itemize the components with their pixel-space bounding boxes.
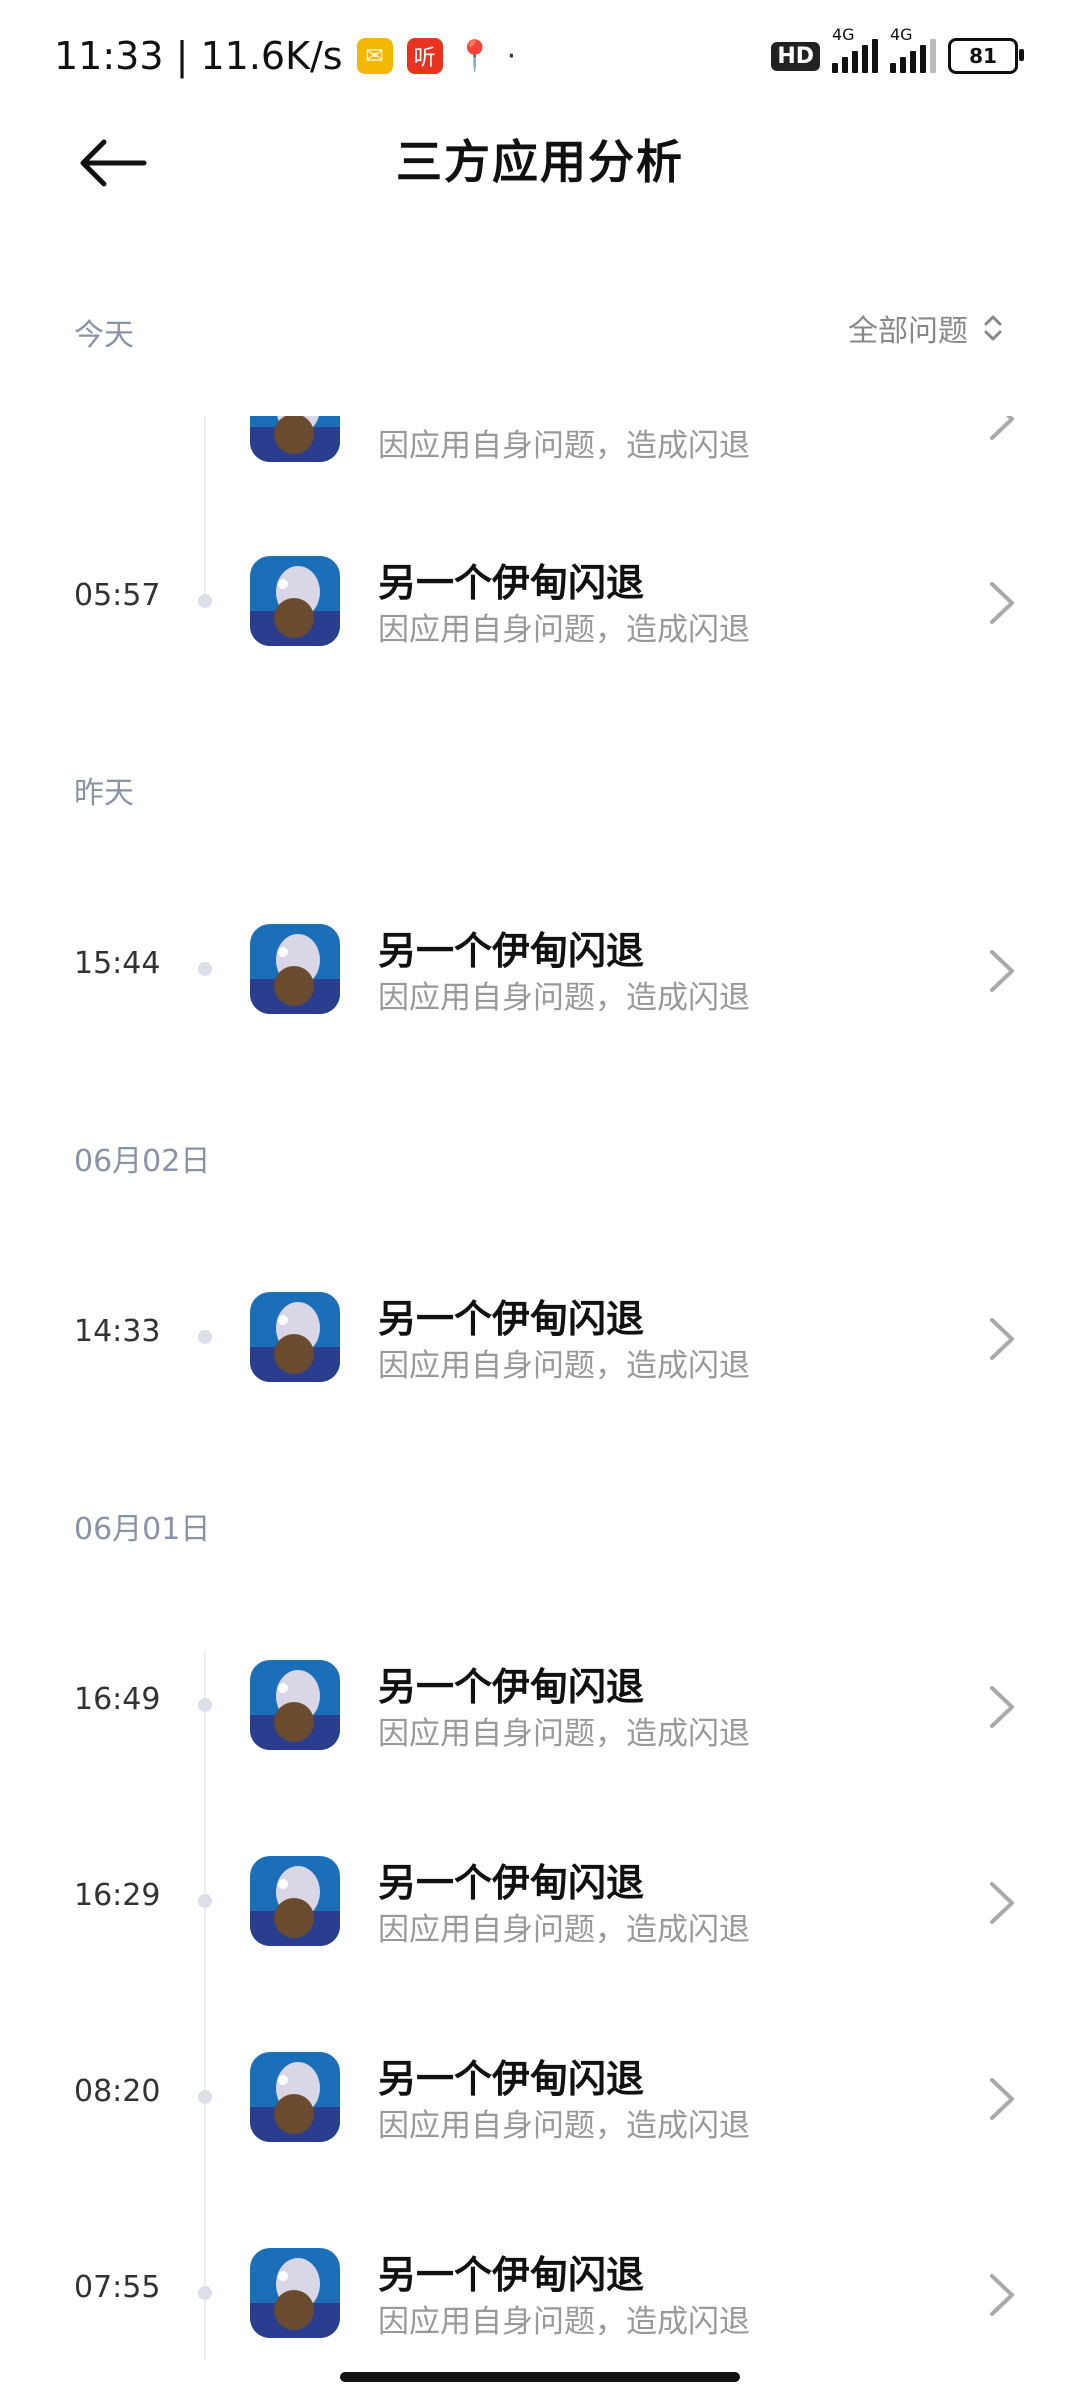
list-item[interactable]: 16:49 另一个伊甸闪退 因应用自身问题，造成闪退 [0,1650,1080,1760]
list-item[interactable]: 14:33 另一个伊甸闪退 因应用自身问题，造成闪退 [0,1282,1080,1392]
ting-icon: 听 [406,38,443,74]
status-time-speed: 11:33 | 11.6K/s [54,34,343,78]
list-item[interactable]: 05:57 另一个伊甸闪退 因应用自身问题，造成闪退 [0,546,1080,656]
chevron-right-icon [990,950,1014,992]
chevron-right-icon [990,1318,1014,1360]
chevron-right-icon [990,2274,1014,2316]
item-title: 另一个伊甸闪退 [378,1861,645,1905]
app-icon [250,556,340,646]
app-icon [250,2052,340,2142]
item-subtitle: 因应用自身问题，造成闪退 [378,980,750,1016]
app-icon [250,924,340,1014]
section-jun01: 06月01日 [74,1512,211,1547]
battery-icon: 81 [948,38,1024,74]
item-title: 另一个伊甸闪退 [378,1665,645,1709]
timeline-dot [198,1330,212,1344]
app-icon [250,416,340,462]
timeline-dot [198,594,212,608]
item-subtitle: 因应用自身问题，造成闪退 [378,2108,750,2144]
status-bar: 11:33 | 11.6K/s ✉ 听 📍 · HD 4G 4G 81 [0,0,1080,110]
item-time: 07:55 [74,2270,161,2305]
home-indicator[interactable] [340,2372,740,2382]
more-notifications-dot: · [506,38,517,74]
item-time: 05:57 [74,578,161,613]
item-title: 另一个伊甸闪退 [378,1297,645,1341]
status-right: HD 4G 4G 81 [771,25,1024,82]
chevron-right-icon [990,582,1014,624]
app-icon [250,1856,340,1946]
timeline-dot [198,962,212,976]
timeline-dot [198,1698,212,1712]
chevron-right-icon [990,2078,1014,2120]
mail-icon: ✉ [356,38,393,74]
item-time: 08:20 [74,2074,161,2109]
list-item[interactable]: 16:29 另一个伊甸闪退 因应用自身问题，造成闪退 [0,1846,1080,1956]
chevron-updown-icon [984,315,1002,341]
chevron-right-icon [990,1882,1014,1924]
item-subtitle: 因应用自身问题，造成闪退 [378,1716,750,1752]
signal-icon-2: 4G [890,25,936,73]
item-subtitle: 因应用自身问题，造成闪退 [378,1348,750,1384]
network-label-1: 4G [832,25,855,44]
timeline-dot [198,2286,212,2300]
item-title: 另一个伊甸闪退 [378,2253,645,2297]
item-subtitle: 因应用自身问题，造成闪退 [378,2304,750,2340]
item-subtitle: 因应用自身问题，造成闪退 [378,612,750,648]
signal-icon-1: 4G [832,25,878,73]
filter-label: 全部问题 [848,314,968,349]
item-title: 另一个伊甸闪退 [378,2057,645,2101]
item-subtitle: 因应用自身问题，造成闪退 [378,428,750,464]
timeline-dot [198,1894,212,1908]
item-time: 16:29 [74,1878,161,1913]
hd-badge: HD [771,41,820,71]
app-icon [250,1660,340,1750]
timeline-dot [198,2090,212,2104]
section-today: 今天 [74,318,134,353]
item-title: 另一个伊甸闪退 [378,561,645,605]
section-jun02: 06月02日 [74,1144,211,1179]
network-label-2: 4G [890,25,913,44]
list-item[interactable]: 08:20 另一个伊甸闪退 因应用自身问题，造成闪退 [0,2042,1080,2152]
battery-level: 81 [969,44,997,68]
item-title: 另一个伊甸闪退 [378,929,645,973]
list-item[interactable]: 07:55 另一个伊甸闪退 因应用自身问题，造成闪退 [0,2238,1080,2348]
item-time: 14:33 [74,1314,161,1349]
status-left: 11:33 | 11.6K/s ✉ 听 📍 · [54,26,516,86]
item-subtitle: 因应用自身问题，造成闪退 [378,1912,750,1948]
map-pin-icon: 📍 [455,38,494,74]
app-icon [250,2248,340,2338]
chevron-right-icon [990,1686,1014,1728]
page-title: 三方应用分析 [396,135,684,189]
section-yesterday: 昨天 [74,776,134,811]
item-time: 16:49 [74,1682,161,1717]
list-item[interactable]: 因应用自身问题，造成闪退 [0,416,1080,500]
filter-dropdown[interactable]: 全部问题 [848,306,1004,350]
list-item[interactable]: 15:44 另一个伊甸闪退 因应用自身问题，造成闪退 [0,914,1080,1024]
item-time: 15:44 [74,946,161,981]
app-icon [250,1292,340,1382]
chevron-right-icon [990,416,1014,440]
